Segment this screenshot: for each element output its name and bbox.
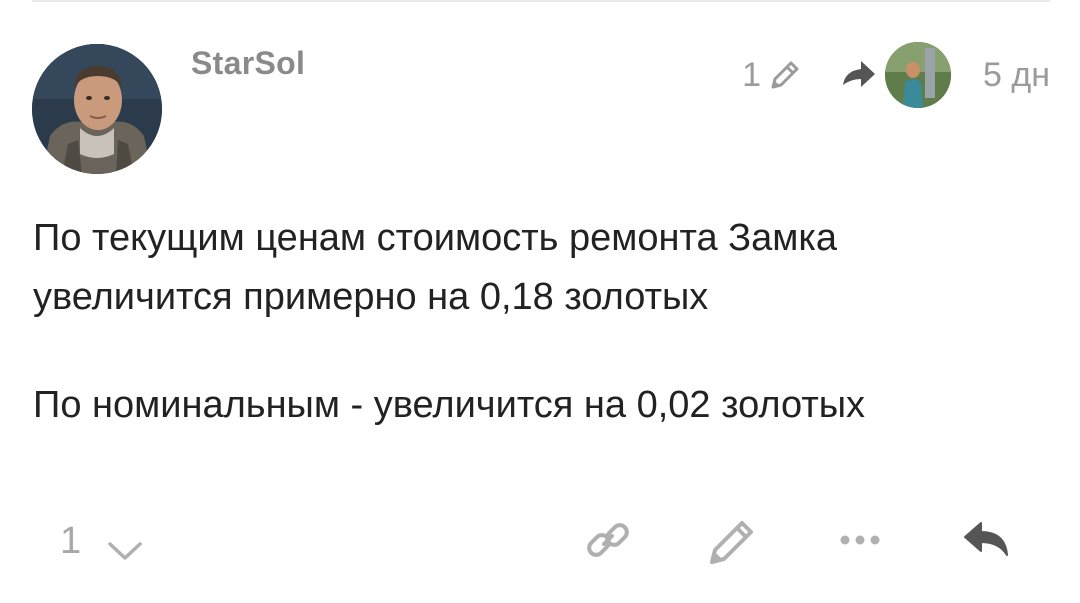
more-options-button[interactable]: [830, 510, 890, 570]
reply-arrow-icon[interactable]: [839, 55, 879, 95]
post-meta: 1 5 дн: [742, 42, 1050, 108]
pencil-icon: [710, 521, 753, 564]
reply-button[interactable]: [956, 510, 1016, 570]
username[interactable]: StarSol: [191, 45, 305, 82]
post-paragraph: По номинальным - увеличится на 0,02 золо…: [33, 384, 866, 426]
post-paragraph: По текущим ценам стоимость ремонта Замка…: [33, 217, 837, 318]
like-count[interactable]: 1: [60, 520, 81, 563]
reply-to-avatar[interactable]: [885, 42, 952, 108]
edit-count[interactable]: 1: [742, 56, 761, 95]
edit-post-button[interactable]: [702, 510, 762, 570]
post: StarSol 1 5 дн По текущим ценам стоимост…: [0, 0, 1080, 603]
avatar[interactable]: [32, 44, 162, 174]
copy-link-button[interactable]: [578, 510, 638, 570]
post-actions: 1: [0, 510, 1080, 576]
reply-icon: [964, 522, 1008, 556]
pencil-icon[interactable]: [765, 55, 805, 95]
post-age: 5 дн: [983, 55, 1050, 94]
chevron-down-icon[interactable]: [106, 538, 144, 564]
post-body: По текущим ценам стоимость ремонта Замка…: [33, 209, 1043, 484]
avatar-photo: [32, 44, 162, 174]
link-icon: [587, 523, 629, 557]
reply-avatar-photo: [885, 42, 952, 108]
ellipsis-icon: [840, 535, 880, 545]
